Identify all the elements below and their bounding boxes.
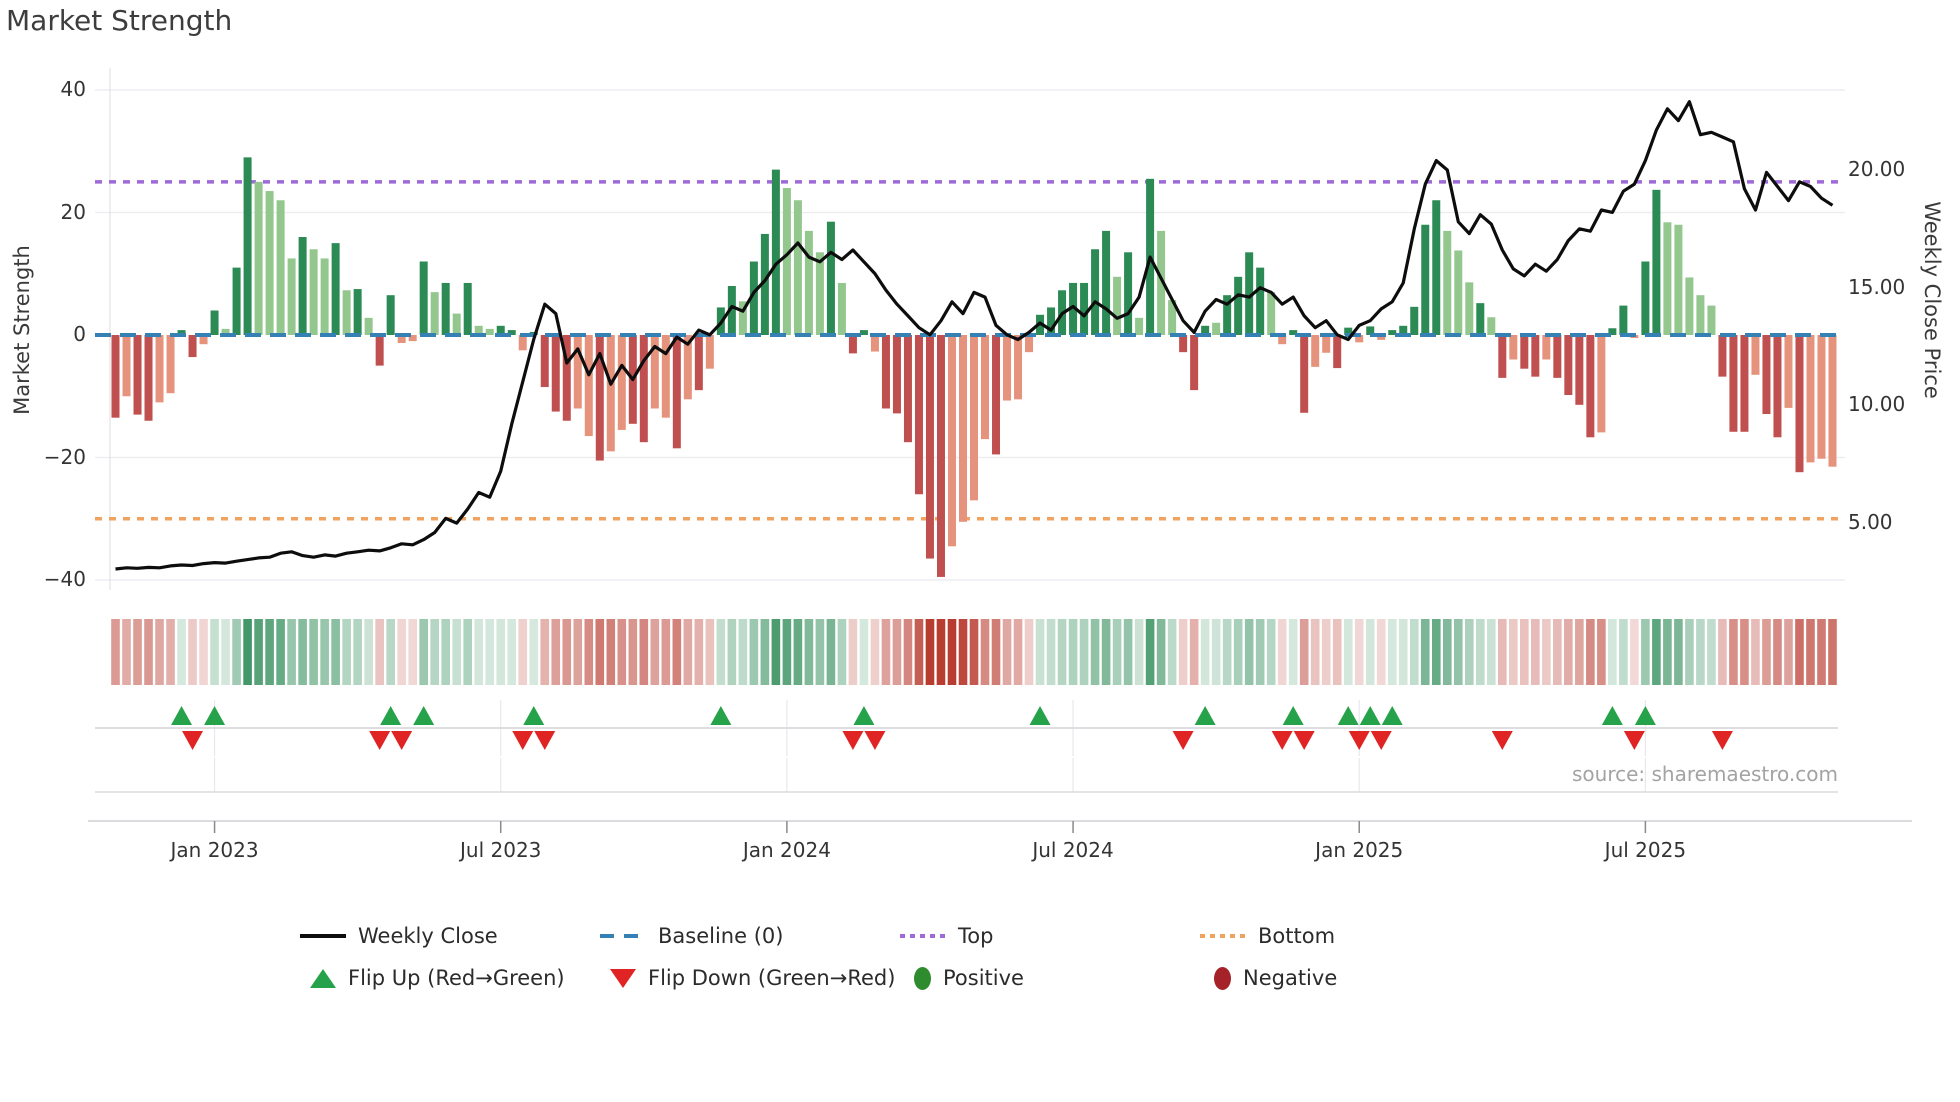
flip-down-marker — [369, 731, 391, 750]
legend-label: Positive — [943, 966, 1024, 990]
left-axis-tick: 40 — [60, 77, 86, 101]
flip-markers — [95, 706, 1838, 750]
flip-up-marker — [853, 706, 875, 725]
market-strength-figure: Market Strength Market Strength Weekly C… — [0, 0, 1960, 1102]
flip-down-marker — [1348, 731, 1370, 750]
flip-up-marker — [1194, 706, 1216, 725]
flip-up-marker — [1337, 706, 1359, 725]
legend-item-top: Top — [900, 924, 993, 948]
x-axis-tick: Jan 2024 — [742, 838, 831, 862]
flip-up-marker — [204, 706, 226, 725]
x-axis-tick: Jul 2023 — [460, 838, 542, 862]
right-axis-tick: 5.00 — [1848, 510, 1893, 535]
strength-heatmap — [111, 619, 1837, 685]
flip-up-marker — [1601, 706, 1623, 725]
legend-label: Negative — [1243, 966, 1338, 990]
flip-up-marker — [1381, 706, 1403, 725]
bottom-dotted-swatch — [1200, 934, 1246, 938]
flip-up-marker — [380, 706, 402, 725]
flip-down-marker — [864, 731, 886, 750]
right-axis-tick: 20.00 — [1848, 157, 1906, 181]
flip-down-marker — [391, 731, 413, 750]
legend-item-weekly-close: Weekly Close — [300, 924, 498, 948]
x-axis-tick: Jan 2023 — [170, 838, 259, 862]
flip-up-marker — [710, 706, 732, 725]
left-axis-tick: 20 — [60, 199, 86, 224]
legend-label: Baseline (0) — [658, 924, 784, 948]
flip-up-marker — [171, 706, 193, 725]
strength-bars — [111, 157, 1837, 577]
x-axis-decorations — [88, 791, 1912, 833]
legend-item-flip-down: Flip Down (Green→Red) — [610, 966, 895, 990]
flip-down-marker — [1491, 731, 1513, 750]
flip-down-marker — [1293, 731, 1315, 750]
flip-down-marker — [1623, 731, 1645, 750]
negative-dot-icon — [1214, 966, 1231, 990]
right-axis-title: Weekly Close Price — [1920, 201, 1944, 399]
left-axis-tick: −40 — [43, 567, 86, 591]
legend-item-negative: Negative — [1210, 966, 1337, 990]
flip-up-marker — [1282, 706, 1304, 725]
legend-label: Flip Down (Green→Red) — [648, 966, 896, 990]
legend-item-flip-up: Flip Up (Red→Green) — [310, 966, 565, 990]
top-dotted-swatch — [900, 934, 946, 938]
legend-item-positive: Positive — [910, 966, 1024, 990]
baseline-dash-swatch — [600, 934, 646, 938]
left-axis-tick: 0 — [73, 322, 86, 346]
flip-down-marker — [534, 731, 556, 750]
legend-label: Top — [958, 924, 994, 948]
flip-up-triangle-icon — [310, 968, 336, 988]
flip-down-marker — [1271, 731, 1293, 750]
x-axis-tick: Jan 2025 — [1315, 838, 1404, 862]
weekly-close-line-swatch — [300, 934, 346, 938]
right-axis-tick: 15.00 — [1848, 274, 1906, 299]
right-axis-tick: 10.00 — [1848, 392, 1906, 417]
flip-down-marker — [1711, 731, 1733, 750]
x-axis-tick: Jul 2024 — [1032, 838, 1114, 862]
legend-label: Weekly Close — [358, 924, 498, 948]
legend-item-baseline: Baseline (0) — [600, 924, 783, 948]
x-axis-tick: Jul 2025 — [1604, 838, 1687, 862]
flip-down-marker — [182, 731, 204, 750]
flip-down-marker — [842, 731, 864, 750]
flip-down-marker — [512, 731, 534, 750]
legend-label: Bottom — [1258, 924, 1336, 948]
flip-up-marker — [1359, 706, 1381, 725]
legend-item-bottom: Bottom — [1200, 924, 1335, 948]
left-axis-tick: −20 — [43, 444, 86, 469]
flip-down-marker — [1370, 731, 1392, 750]
flip-down-marker — [1172, 731, 1194, 750]
flip-up-marker — [413, 706, 435, 725]
flip-down-triangle-icon — [610, 968, 636, 988]
legend-label: Flip Up (Red→Green) — [348, 966, 565, 990]
flip-up-marker — [1634, 706, 1656, 725]
flip-up-marker — [1029, 706, 1051, 725]
source-annotation: source: sharemaestro.com — [1572, 762, 1838, 786]
flip-up-marker — [523, 706, 545, 725]
positive-dot-icon — [914, 966, 931, 990]
